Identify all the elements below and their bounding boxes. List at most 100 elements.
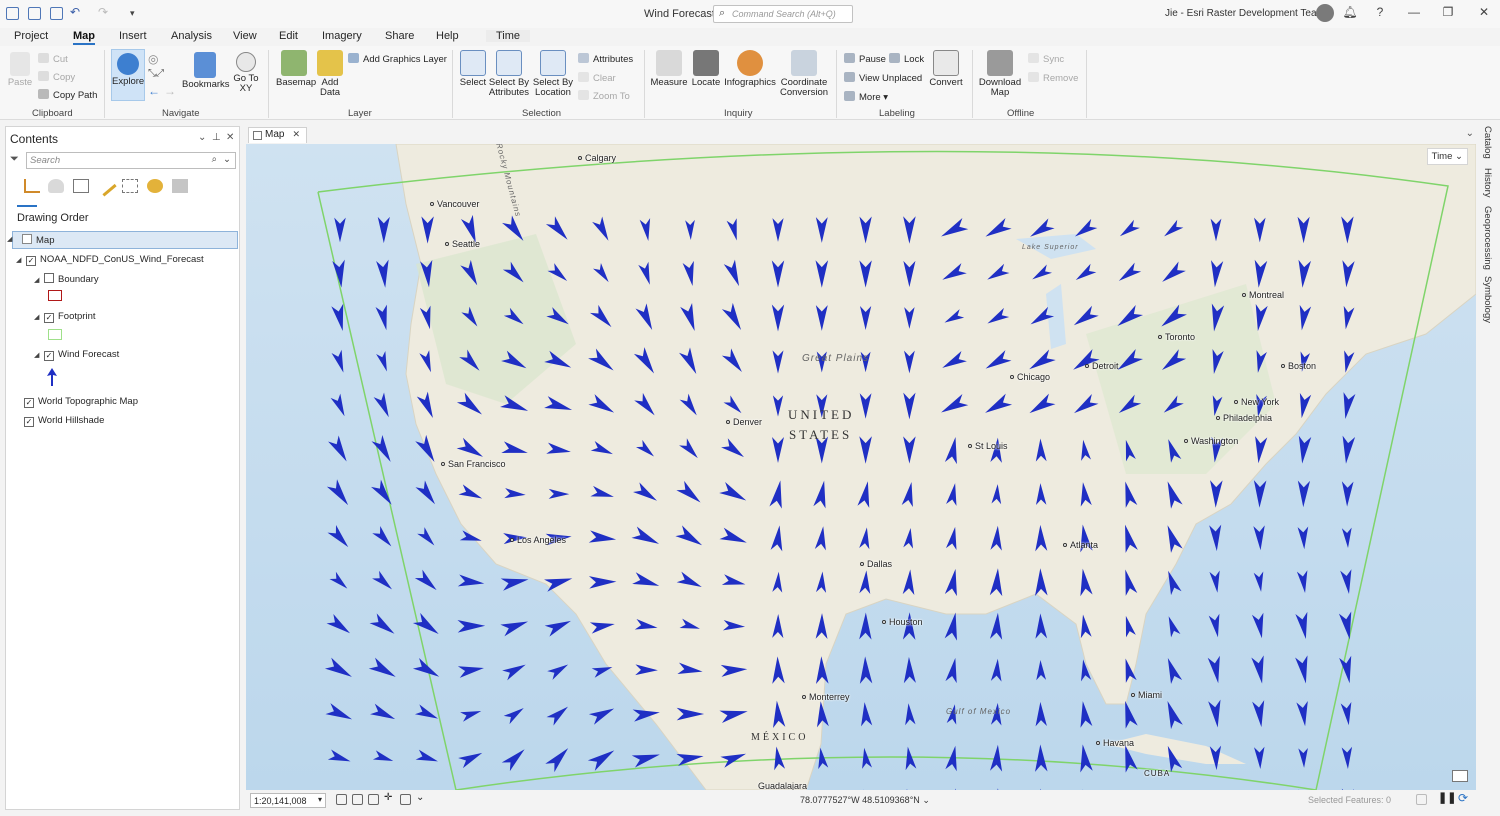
tab-time[interactable]: Time	[486, 30, 531, 42]
snapping-view-icon[interactable]	[122, 179, 138, 193]
contents-search-input[interactable]: Search ⌕ ⌄	[26, 152, 236, 169]
lock-labeling-button[interactable]: Lock	[889, 53, 924, 65]
pin-icon[interactable]: ⊥	[212, 132, 221, 143]
remove-offline-button[interactable]: Remove	[1028, 72, 1078, 84]
boundary-symbol[interactable]	[48, 290, 62, 301]
layer-boundary[interactable]: ◢ Boundary	[34, 273, 99, 285]
select-button[interactable]: Select	[458, 50, 488, 88]
map-view-tab[interactable]: Map ✕	[248, 127, 307, 143]
side-tab-symbology[interactable]: Symbology	[1482, 276, 1493, 323]
chevron-down-icon[interactable]: ⌄	[416, 792, 427, 803]
layer-checkbox[interactable]: ✓	[24, 398, 34, 408]
layer-wind-forecast[interactable]: ◢ ✓ Wind Forecast	[34, 349, 119, 361]
layer-checkbox[interactable]: ✓	[24, 417, 34, 427]
previous-extent-icon[interactable]: ←	[148, 84, 160, 98]
notifications-icon[interactable]: 🔔︎	[1340, 5, 1360, 19]
help-icon[interactable]: ?	[1370, 5, 1390, 19]
select-by-location-button[interactable]: Select By Location	[532, 50, 574, 98]
selected-features-count[interactable]: Selected Features: 0	[1308, 795, 1391, 805]
sync-button[interactable]: Sync	[1028, 53, 1064, 65]
layer-footprint[interactable]: ◢ ✓ Footprint	[34, 311, 96, 323]
refresh-icon[interactable]: ⟳	[1458, 791, 1469, 805]
tab-insert[interactable]: Insert	[119, 30, 147, 42]
basemap-button[interactable]: Basemap	[276, 50, 316, 88]
expand-icon[interactable]: ◢	[34, 351, 42, 359]
layer-checkbox[interactable]: ✓	[44, 351, 54, 361]
selection-view-icon[interactable]	[73, 179, 89, 193]
drawing-order-icon[interactable]	[24, 179, 40, 193]
editing-view-icon[interactable]	[95, 175, 117, 197]
coordinate-conversion-button[interactable]: Coordinate Conversion	[778, 50, 830, 98]
restore-button[interactable]: ❐	[1438, 5, 1458, 19]
time-slider-button[interactable]: Time ⌄	[1426, 148, 1468, 165]
side-tab-catalog[interactable]: Catalog	[1482, 126, 1493, 159]
view-unplaced-button[interactable]: View Unplaced	[844, 72, 922, 84]
expand-map-icon[interactable]: ◢	[7, 235, 15, 243]
undo-icon[interactable]: ↶	[70, 5, 83, 19]
layer-world-topographic[interactable]: ✓ World Topographic Map	[24, 396, 138, 408]
tab-imagery[interactable]: Imagery	[322, 30, 362, 42]
fixed-zoom-icon[interactable]: ⤡⤢	[148, 68, 164, 79]
add-graphics-layer-button[interactable]: Add Graphics Layer	[348, 53, 447, 65]
expand-icon[interactable]: ◢	[16, 256, 24, 264]
clear-selection-button[interactable]: Clear	[578, 72, 616, 84]
tab-list-chevron-icon[interactable]: ⌄	[1466, 128, 1474, 139]
user-name[interactable]: Jie - Esri Raster Development Team	[1165, 8, 1325, 19]
redo-icon[interactable]: ↷	[98, 5, 111, 19]
filter-icon[interactable]: ⏷	[10, 153, 19, 166]
convert-labels-button[interactable]: Convert	[928, 50, 964, 88]
zoom-to-selection-button[interactable]: Zoom To	[578, 90, 630, 102]
chevron-down-icon[interactable]: ⌄	[223, 154, 231, 165]
tab-view[interactable]: View	[233, 30, 257, 42]
refresh-selection-icon[interactable]	[1416, 794, 1427, 805]
layer-checkbox[interactable]: ✓	[44, 313, 54, 323]
customize-toolbar-icon[interactable]: ▾	[130, 8, 143, 21]
tab-analysis[interactable]: Analysis	[171, 30, 212, 42]
side-tab-history[interactable]: History	[1482, 168, 1493, 198]
full-extent-icon[interactable]: ◎	[148, 52, 158, 66]
next-extent-icon[interactable]: →	[164, 84, 176, 98]
infographics-button[interactable]: Infographics	[722, 50, 778, 88]
tab-map[interactable]: Map	[73, 30, 95, 45]
crosshair-icon[interactable]: ✛	[384, 792, 395, 803]
footprint-symbol[interactable]	[48, 329, 62, 340]
goto-xy-button[interactable]: Go To XY	[232, 52, 260, 94]
tab-help[interactable]: Help	[436, 30, 459, 42]
close-tab-icon[interactable]: ✕	[292, 129, 300, 139]
map-units-icon[interactable]	[336, 794, 347, 805]
download-map-button[interactable]: Download Map	[978, 50, 1022, 98]
pause-drawing-icon[interactable]: ❚❚	[1438, 791, 1456, 804]
map-view[interactable]: Time ⌄ Rocky Mountains Great Plains Lake…	[246, 144, 1476, 790]
map-canvas[interactable]	[246, 144, 1476, 790]
attributes-button[interactable]: Attributes	[578, 53, 633, 65]
snapping-icon[interactable]	[368, 794, 379, 805]
pane-options-icon[interactable]: ⌄	[198, 132, 206, 143]
layer-checkbox[interactable]	[44, 273, 54, 283]
tab-project[interactable]: Project	[14, 30, 48, 42]
more-labeling-button[interactable]: More ▾	[844, 91, 888, 103]
select-by-attributes-button[interactable]: Select By Attributes	[488, 50, 530, 98]
locate-button[interactable]: Locate	[690, 50, 722, 88]
layer-world-hillshade[interactable]: ✓ World Hillshade	[24, 415, 104, 427]
charts-view-icon[interactable]	[172, 179, 188, 193]
scale-selector[interactable]: 1:20,141,008 ▾	[250, 793, 326, 808]
bookmarks-button[interactable]: Bookmarks	[182, 52, 230, 90]
map-node[interactable]: Map	[12, 231, 238, 249]
layer-group-wind[interactable]: ◢ ✓ NOAA_NDFD_ConUS_Wind_Forecast	[16, 254, 204, 266]
copy-path-button[interactable]: Copy Path	[38, 89, 97, 101]
add-data-button[interactable]: Add Data	[314, 50, 346, 98]
labeling-view-icon[interactable]	[147, 179, 163, 193]
chevron-down-icon[interactable]: ⌄	[922, 795, 930, 805]
save-icon[interactable]	[50, 7, 63, 20]
minimize-button[interactable]: —	[1404, 5, 1424, 19]
tab-share[interactable]: Share	[385, 30, 414, 42]
overview-toggle-icon[interactable]	[1452, 770, 1468, 782]
close-button[interactable]: ✕	[1474, 5, 1494, 19]
cut-button[interactable]: Cut	[38, 53, 68, 65]
navigation-icon[interactable]	[400, 794, 411, 805]
expand-icon[interactable]: ◢	[34, 313, 42, 321]
data-source-icon[interactable]	[48, 179, 64, 193]
grid-icon[interactable]	[352, 794, 363, 805]
tab-edit[interactable]: Edit	[279, 30, 298, 42]
expand-icon[interactable]: ◢	[34, 276, 42, 284]
